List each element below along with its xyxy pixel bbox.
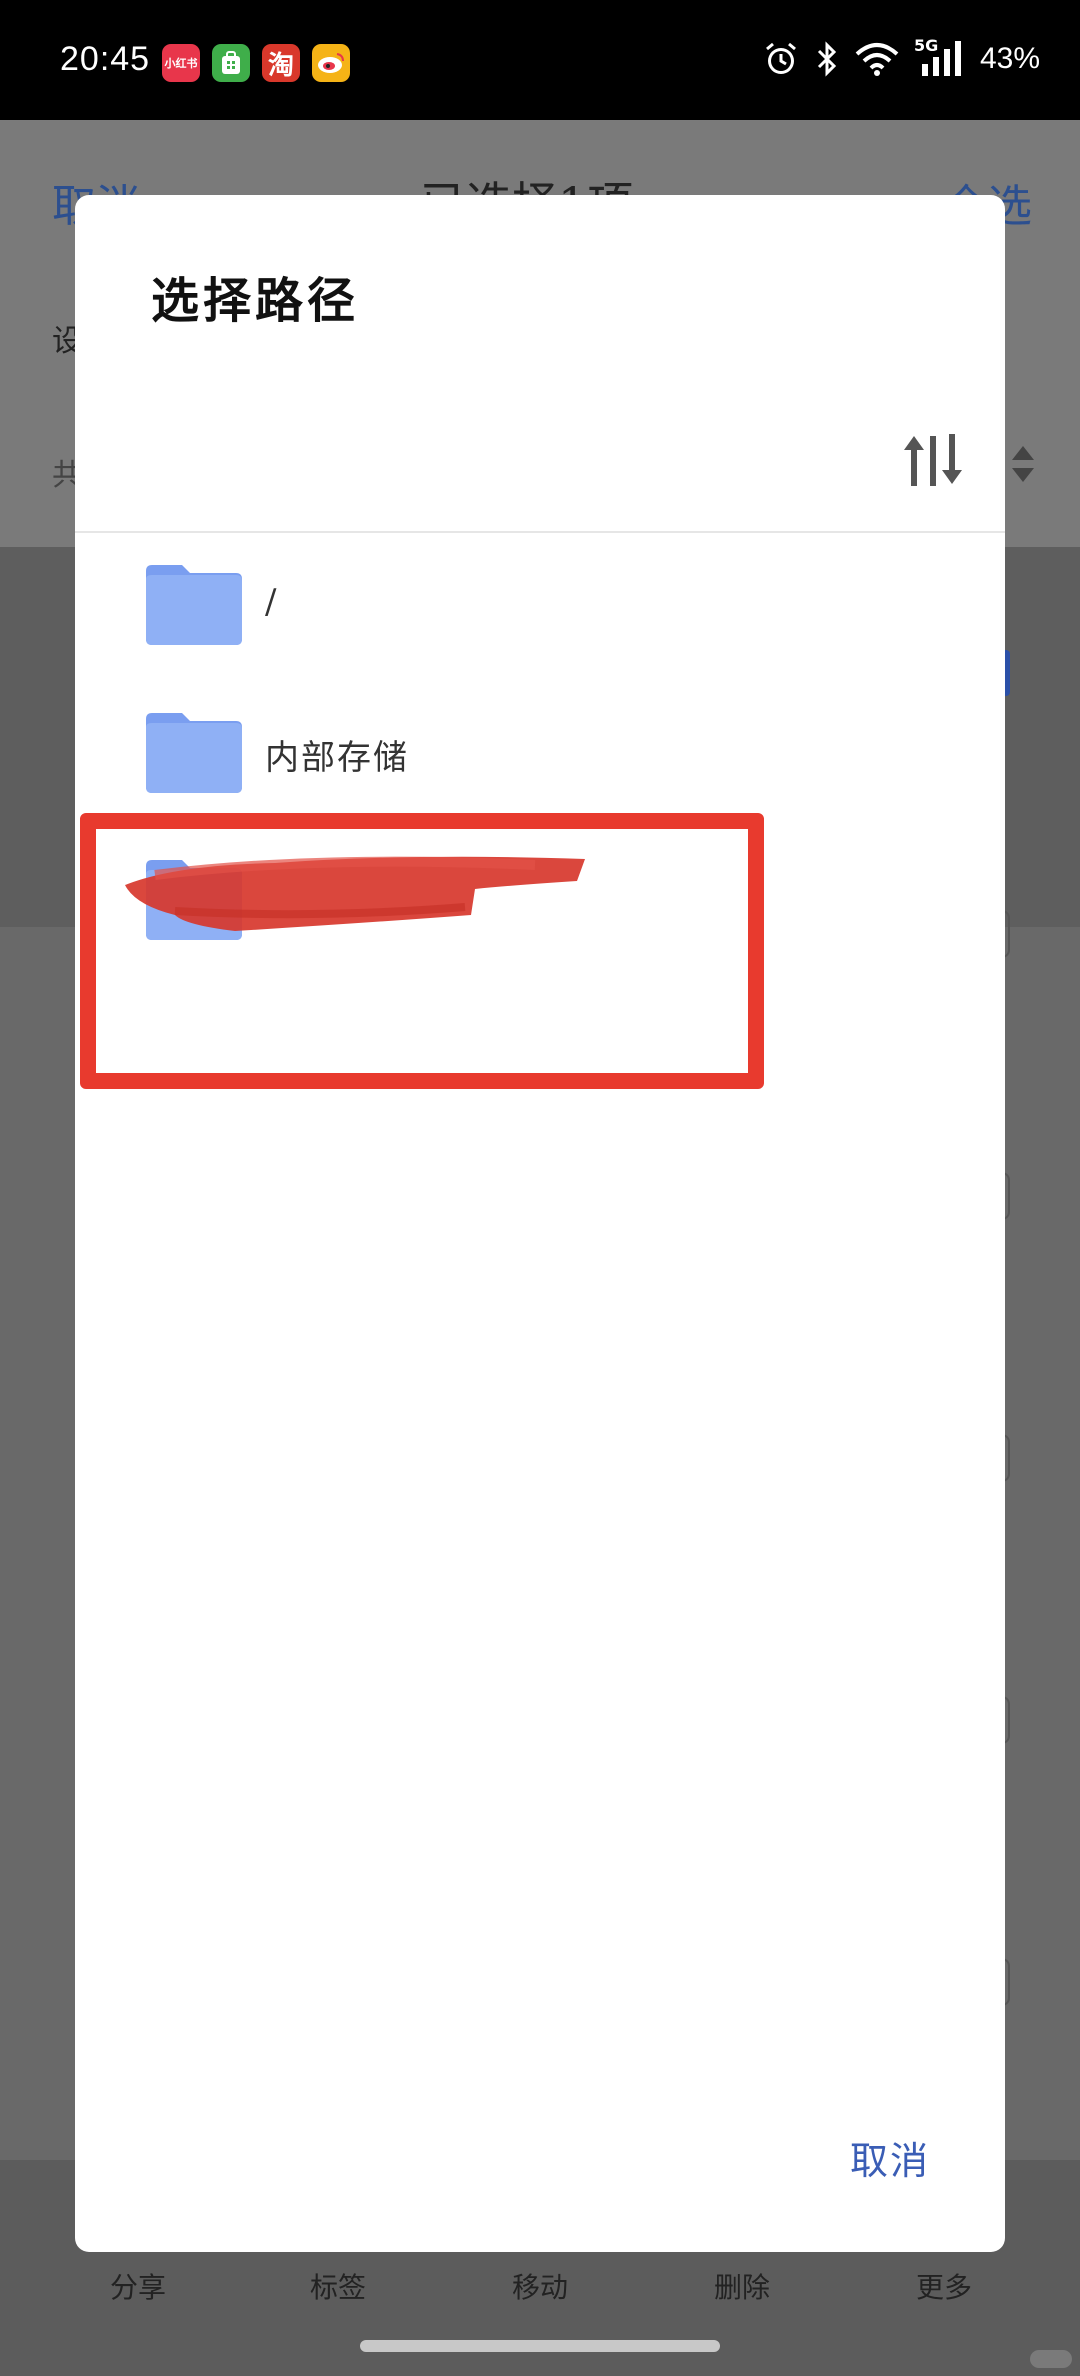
bluetooth-icon [817,41,837,77]
notification-app-icons: 小红书 淘 [162,44,350,82]
status-bar: 20:45 小红书 淘 5G 43% [0,0,1080,120]
highlight-box [80,813,764,1089]
folder-icon [146,713,242,793]
nav-move[interactable]: 移动 [512,2266,568,2306]
weibo-icon [312,44,350,82]
nav-share[interactable]: 分享 [110,2266,166,2306]
status-clock: 20:45 [60,40,151,78]
nav-tag[interactable]: 标签 [310,2266,366,2306]
dialog-title: 选择路径 [151,273,360,329]
xiaohongshu-icon: 小红书 [162,44,200,82]
green-app-icon [212,44,250,82]
signal-icon: 5G [914,36,966,78]
watermark [1030,2350,1072,2368]
select-path-dialog: 选择路径 / 内部存储 取消 [75,195,1005,2252]
background-sort-icon [1012,446,1034,482]
system-icons: 5G 43% [762,36,1040,78]
alarm-icon [765,42,796,74]
wifi-icon [855,43,899,76]
dialog-cancel-button[interactable]: 取消 [850,2130,930,2185]
nav-more[interactable]: 更多 [916,2266,972,2306]
taobao-icon: 淘 [262,44,300,82]
nav-delete[interactable]: 删除 [714,2266,770,2306]
folder-label: 内部存储 [265,738,409,778]
folder-item-root[interactable]: / [75,540,1005,688]
sort-icon[interactable] [900,430,966,490]
battery-percent: 43% [979,42,1040,75]
folder-icon [146,565,242,645]
dialog-divider [75,531,1005,533]
folder-label: / [265,582,279,622]
gesture-bar[interactable] [360,2340,720,2352]
